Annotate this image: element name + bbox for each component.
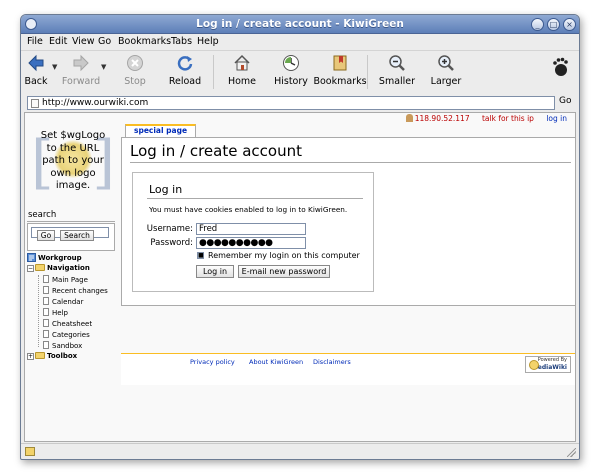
menu-tabs[interactable]: Tabs xyxy=(171,36,192,47)
tree-guide-line xyxy=(38,275,39,347)
tree-item-cheatsheet[interactable]: Cheatsheet xyxy=(43,319,92,330)
page-icon xyxy=(43,308,49,316)
menu-bookmarks[interactable]: Bookmarks xyxy=(118,36,171,47)
password-field[interactable]: ●●●●●●●●●● xyxy=(196,237,306,249)
location-bar: http://www.ourwiki.com Go xyxy=(21,95,579,111)
tree-workgroup[interactable]: Workgroup xyxy=(27,253,82,264)
forward-arrow-icon xyxy=(73,54,89,72)
close-icon[interactable]: × xyxy=(563,18,576,31)
privacy-policy-link[interactable]: Privacy policy xyxy=(190,358,235,366)
menu-view[interactable]: View xyxy=(72,36,95,47)
bookmarks-book-icon xyxy=(333,55,347,71)
log-in-button[interactable]: Log in xyxy=(196,265,234,278)
menu-file[interactable]: File xyxy=(27,36,43,47)
login-heading-divider xyxy=(147,198,363,199)
zoom-in-icon xyxy=(438,55,454,71)
page-footer: Privacy policy About KiwiGreen Disclaime… xyxy=(121,353,575,385)
powered-by-mediawiki-badge[interactable]: Powered By MediaWiki xyxy=(525,356,571,373)
tree-toolbox[interactable]: + Toolbox xyxy=(27,352,77,363)
page-icon xyxy=(43,297,49,305)
site-logo[interactable]: [ ] Set $wgLogo to the URL path to your … xyxy=(29,128,117,198)
menu-help[interactable]: Help xyxy=(197,36,219,47)
content-area: Log in / create account Log in You must … xyxy=(121,137,575,306)
back-arrow-icon xyxy=(28,54,44,72)
stop-button[interactable]: Stop xyxy=(110,51,160,93)
disclaimers-link[interactable]: Disclaimers xyxy=(313,358,351,366)
page-icon xyxy=(43,286,49,294)
talk-link[interactable]: talk for this ip xyxy=(482,114,534,123)
page-icon xyxy=(43,319,49,327)
minimize-icon[interactable]: _ xyxy=(531,18,544,31)
search-box: Go Search xyxy=(27,223,115,251)
username-field[interactable]: Fred xyxy=(196,223,306,235)
about-link[interactable]: About KiwiGreen xyxy=(249,358,303,366)
home-icon xyxy=(234,54,250,71)
folder-icon xyxy=(35,352,45,359)
expand-icon[interactable]: + xyxy=(27,353,34,360)
menu-edit[interactable]: Edit xyxy=(49,36,67,47)
search-heading: search xyxy=(27,210,115,222)
username-label: Username: xyxy=(146,224,193,234)
ip-link[interactable]: 118.90.52.117 xyxy=(405,114,470,123)
url-input[interactable]: http://www.ourwiki.com xyxy=(27,96,555,110)
search-portlet: search Go Search xyxy=(27,210,115,251)
user-icon xyxy=(405,114,413,122)
cookie-notice: You must have cookies enabled to log in … xyxy=(149,205,348,214)
window-title: Log in / create account - KiwiGreen xyxy=(196,18,404,30)
forward-button[interactable]: Forward xyxy=(56,51,106,93)
title-divider xyxy=(130,162,571,163)
reload-button[interactable]: Reload xyxy=(160,51,210,93)
zoom-out-icon xyxy=(389,55,405,71)
reload-icon xyxy=(177,56,193,71)
tree-item-main-page[interactable]: Main Page xyxy=(43,275,88,286)
page-icon xyxy=(43,330,49,338)
remember-label[interactable]: Remember my login on this computer xyxy=(208,251,360,260)
page-icon xyxy=(31,99,39,108)
tree-item-calendar[interactable]: Calendar xyxy=(43,297,83,308)
search-button[interactable]: Search xyxy=(60,230,94,241)
menu-bar: File Edit View Go Bookmarks Tabs Help xyxy=(21,35,579,49)
status-icon xyxy=(25,447,35,456)
go-button[interactable]: Go xyxy=(559,96,571,106)
bookmarks-button[interactable]: Bookmarks xyxy=(313,51,367,93)
stop-icon xyxy=(127,55,143,71)
toolbar: Back ▼ Forward ▼ Stop Reload Home Histor… xyxy=(21,50,579,94)
gnome-foot-icon xyxy=(553,57,568,76)
menu-go[interactable]: Go xyxy=(98,36,111,47)
browser-window: Log in / create account - KiwiGreen _ □ … xyxy=(20,14,580,460)
forward-history-dropdown[interactable]: ▼ xyxy=(101,63,106,71)
password-label: Password: xyxy=(150,238,193,248)
web-page: 118.90.52.117 talk for this ip log in [ … xyxy=(24,112,576,442)
page-icon xyxy=(43,341,49,349)
log-in-link[interactable]: log in xyxy=(546,114,567,123)
collapse-icon[interactable]: − xyxy=(27,265,34,272)
email-new-password-button[interactable]: E-mail new password xyxy=(238,265,330,278)
workgroup-icon xyxy=(27,253,36,262)
tree-item-categories[interactable]: Categories xyxy=(43,330,90,341)
personal-tools: 118.90.52.117 talk for this ip log in xyxy=(396,114,567,123)
remember-checkbox[interactable]: ■ xyxy=(197,252,204,259)
tree-item-help[interactable]: Help xyxy=(43,308,68,319)
tree-item-sandbox[interactable]: Sandbox xyxy=(43,341,82,352)
folder-open-icon xyxy=(35,264,45,271)
title-bar: Log in / create account - KiwiGreen _ □ … xyxy=(21,15,579,34)
status-bar xyxy=(21,443,579,459)
logo-text: Set $wgLogo to the URL path to your own … xyxy=(40,130,106,191)
zoom-in-button[interactable]: Larger xyxy=(421,51,471,93)
search-go-button[interactable]: Go xyxy=(37,230,55,241)
login-form: Log in You must have cookies enabled to … xyxy=(132,172,374,292)
maximize-icon[interactable]: □ xyxy=(547,18,560,31)
page-icon xyxy=(43,275,49,283)
tab-special-page[interactable]: special page xyxy=(125,124,197,137)
mediawiki-logo-icon xyxy=(529,360,539,370)
tree-item-recent-changes[interactable]: Recent changes xyxy=(43,286,108,297)
tree-navigation[interactable]: − Navigation xyxy=(27,264,90,275)
history-clock-icon xyxy=(283,55,299,71)
login-heading: Log in xyxy=(149,183,183,196)
resize-grip[interactable] xyxy=(567,448,576,457)
page-title: Log in / create account xyxy=(130,142,302,160)
